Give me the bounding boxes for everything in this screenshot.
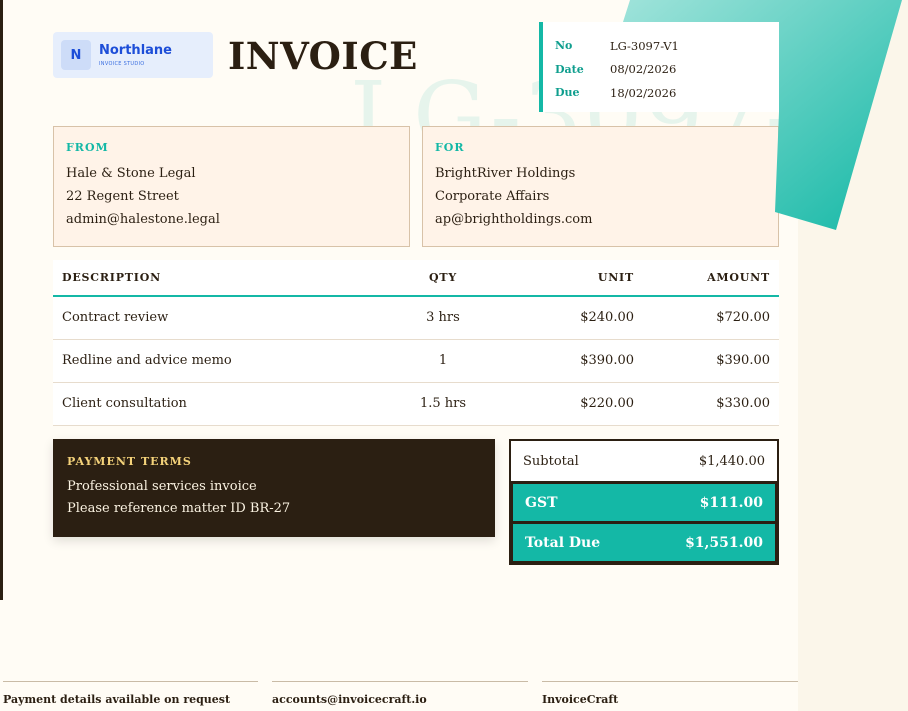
terms-heading: Payment Terms [67, 455, 192, 468]
subtotal-row: Subtotal $1,440.00 [511, 441, 777, 481]
table-row: Client consultation 1.5 hrs $220.00 $330… [53, 382, 779, 426]
cell-unit: $240.00 [533, 296, 643, 340]
cell-qty: 1 [353, 339, 533, 383]
header-amount: Amount [643, 260, 779, 297]
meta-row-date: Date 08/02/2026 [555, 58, 779, 82]
meta-value: LG-3097-V1 [610, 38, 679, 53]
logo-mark: N [61, 40, 91, 70]
footer-email: accounts@invoicecraft.io [272, 681, 528, 706]
brand-name: Northlane [99, 43, 172, 58]
cell-unit: $390.00 [533, 339, 643, 383]
subtotal-label: Subtotal [523, 453, 579, 469]
meta-row-number: No LG-3097-V1 [555, 34, 779, 58]
for-line: ap@brightholdings.com [435, 212, 593, 227]
totals-panel: Subtotal $1,440.00 GST $111.00 Total Due… [509, 439, 779, 565]
table-row: Contract review 3 hrs $240.00 $720.00 [53, 296, 779, 340]
logo-text: Northlane Invoice Studio [99, 43, 172, 67]
line-items-table: Description Qty Unit Amount Contract rev… [53, 260, 779, 426]
terms-line: Professional services invoice [67, 479, 257, 494]
from-line: admin@halestone.legal [66, 212, 220, 227]
for-card: For BrightRiver Holdings Corporate Affai… [422, 126, 779, 247]
for-line: BrightRiver Holdings [435, 166, 576, 181]
for-heading: For [435, 141, 465, 154]
brand-logo: N Northlane Invoice Studio [53, 32, 213, 78]
total-due-row: Total Due $1,551.00 [513, 524, 775, 561]
cell-qty: 3 hrs [353, 296, 533, 340]
from-card: From Hale & Stone Legal 22 Regent Street… [53, 126, 410, 247]
gst-label: GST [525, 494, 558, 511]
from-line: 22 Regent Street [66, 189, 179, 204]
subtotal-value: $1,440.00 [698, 453, 765, 469]
footer-company: InvoiceCraft [542, 681, 798, 706]
header-qty: Qty [353, 260, 533, 297]
gst-row: GST $111.00 [513, 484, 775, 521]
header-description: Description [53, 260, 353, 297]
meta-value: 08/02/2026 [610, 62, 677, 77]
total-due-value: $1,551.00 [685, 534, 763, 551]
cell-description: Redline and advice memo [53, 339, 353, 383]
meta-label: No [555, 39, 573, 53]
meta-label: Date [555, 62, 584, 76]
meta-row-due: Due 18/02/2026 [555, 81, 779, 105]
for-line: Corporate Affairs [435, 189, 550, 204]
invoice-meta-box: No LG-3097-V1 Date 08/02/2026 Due 18/02/… [539, 22, 779, 112]
payment-terms-panel: Payment Terms Professional services invo… [53, 439, 495, 537]
cell-amount: $720.00 [643, 296, 779, 340]
cell-description: Contract review [53, 296, 353, 340]
left-rule [0, 0, 3, 600]
cell-amount: $390.00 [643, 339, 779, 383]
terms-line: Please reference matter ID BR-27 [67, 501, 291, 516]
cell-description: Client consultation [53, 382, 353, 426]
from-line: Hale & Stone Legal [66, 166, 196, 181]
brand-tagline: Invoice Studio [99, 61, 145, 67]
gst-value: $111.00 [699, 494, 763, 511]
table-header-row: Description Qty Unit Amount [53, 260, 779, 297]
footer-payment-details: Payment details available on request [3, 681, 258, 706]
from-heading: From [66, 141, 109, 154]
meta-value: 18/02/2026 [610, 85, 677, 100]
table-row: Redline and advice memo 1 $390.00 $390.0… [53, 339, 779, 383]
document-title: INVOICE [228, 34, 418, 78]
meta-label: Due [555, 86, 580, 100]
cell-unit: $220.00 [533, 382, 643, 426]
cell-qty: 1.5 hrs [353, 382, 533, 426]
total-due-label: Total Due [525, 534, 601, 551]
cell-amount: $330.00 [643, 382, 779, 426]
header-unit: Unit [533, 260, 643, 297]
